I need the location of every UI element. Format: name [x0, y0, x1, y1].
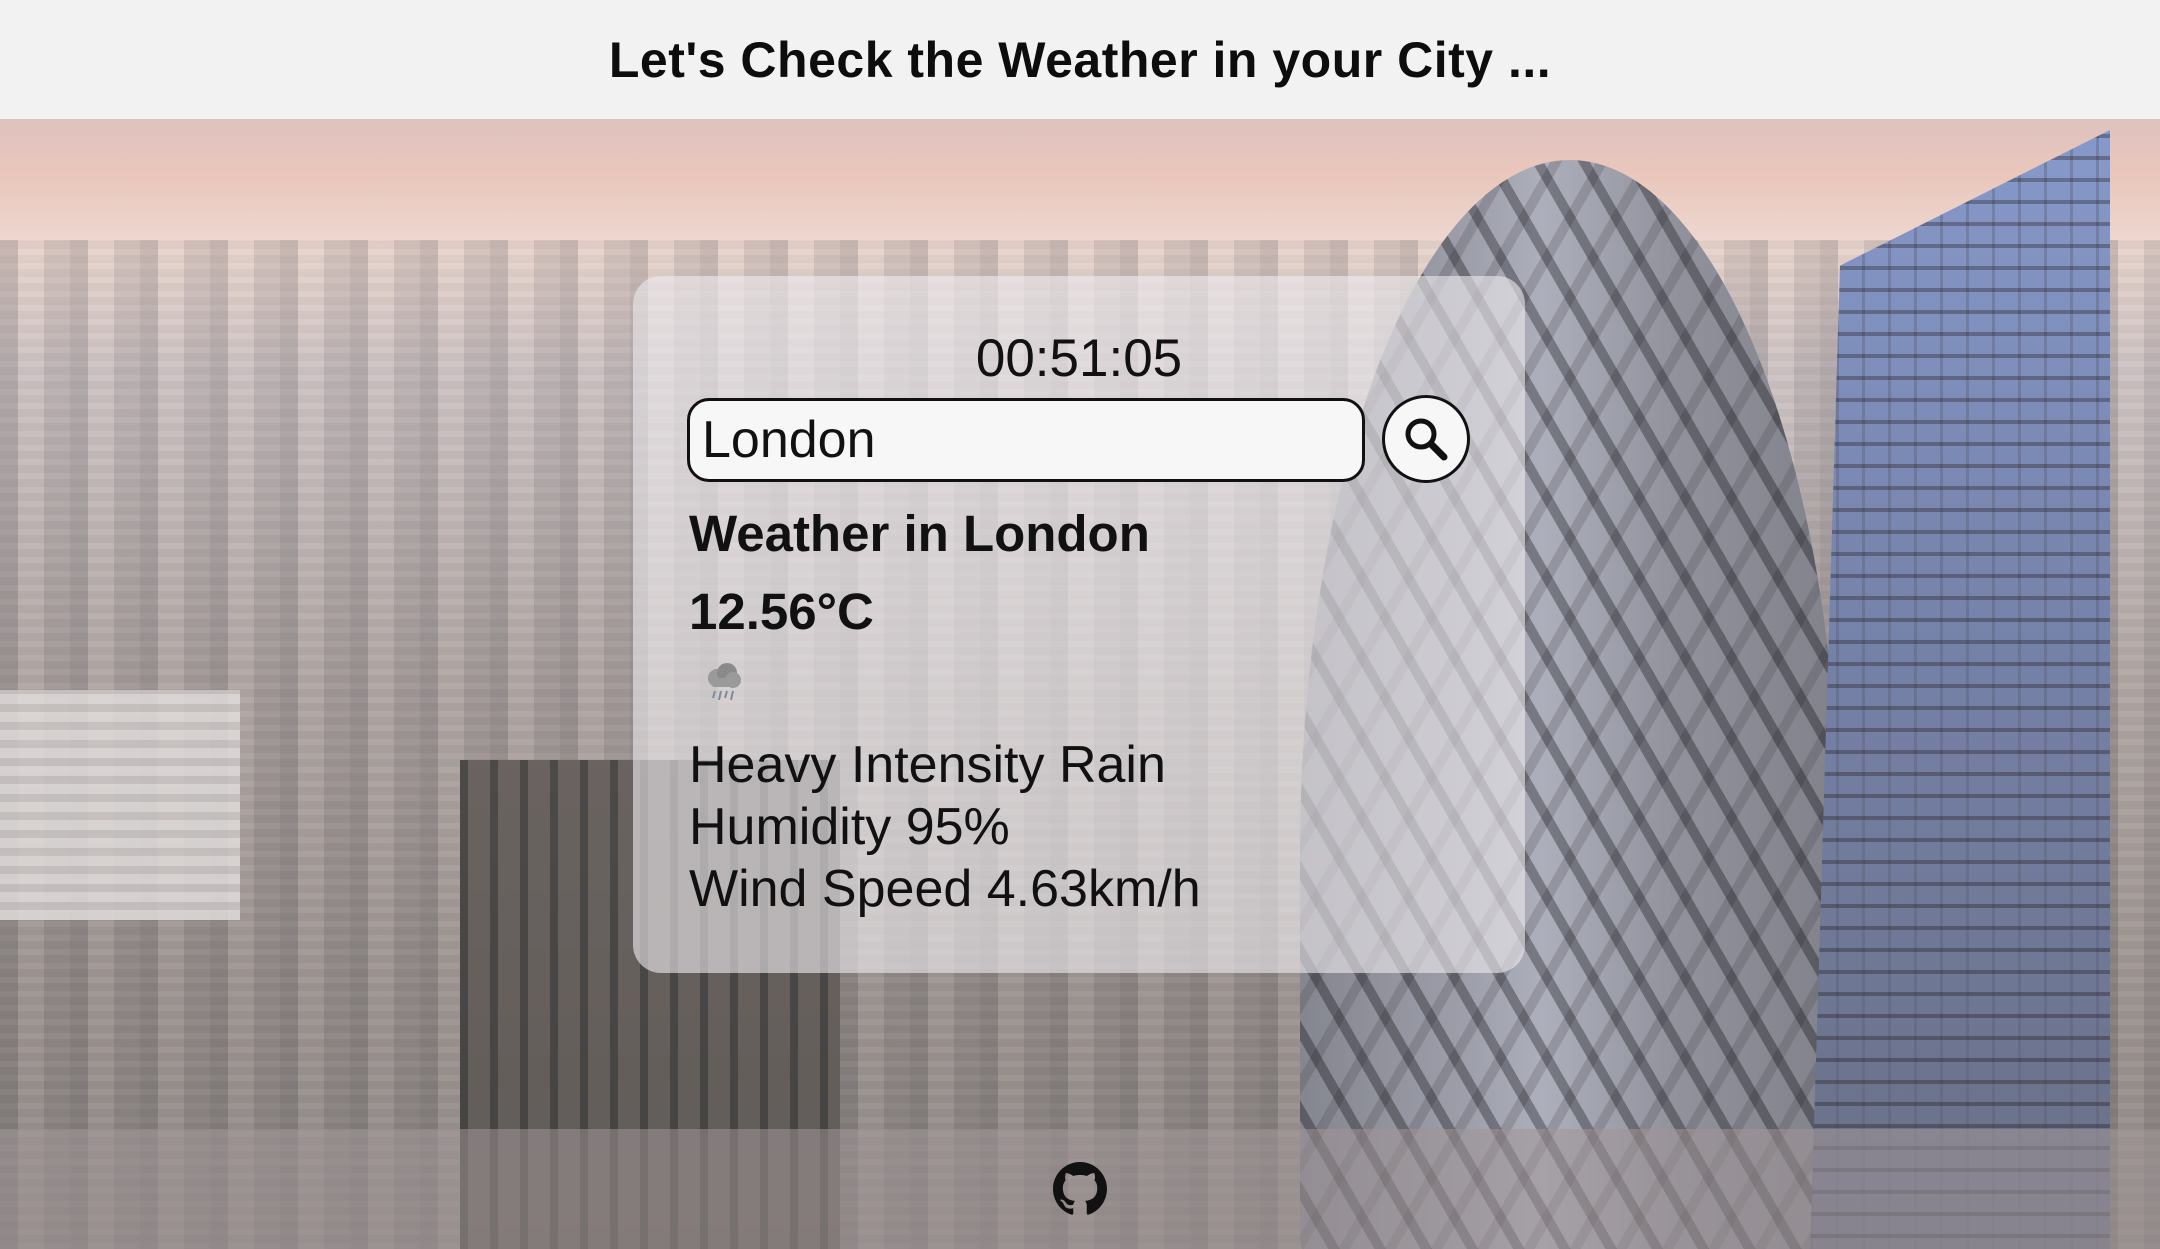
- weather-description: Heavy Intensity Rain: [689, 736, 1166, 794]
- weather-card: 00:51:05 Weather in London 12.56°C Heavy…: [633, 276, 1525, 973]
- clock: 00:51:05: [975, 329, 1183, 388]
- humidity: Humidity 95%: [689, 798, 1010, 856]
- weather-app-page: Let's Check the Weather in your City ...…: [0, 0, 2160, 1249]
- rain-cloud-icon: [708, 663, 741, 701]
- page-title: Let's Check the Weather in your City ...: [608, 31, 1552, 88]
- temperature: 12.56°C: [689, 583, 874, 640]
- github-icon[interactable]: [1053, 1162, 1107, 1216]
- city-search-input[interactable]: [687, 398, 1365, 482]
- search-button[interactable]: [1382, 395, 1470, 483]
- search-icon: [1405, 418, 1448, 461]
- page-header: Let's Check the Weather in your City ...: [0, 0, 2160, 119]
- weather-details: Heavy Intensity Rain Humidity 95% Wind S…: [689, 734, 1201, 920]
- page-footer: [0, 1129, 2160, 1249]
- wind-speed: Wind Speed 4.63km/h: [689, 860, 1201, 918]
- city-heading: Weather in London: [689, 505, 1150, 562]
